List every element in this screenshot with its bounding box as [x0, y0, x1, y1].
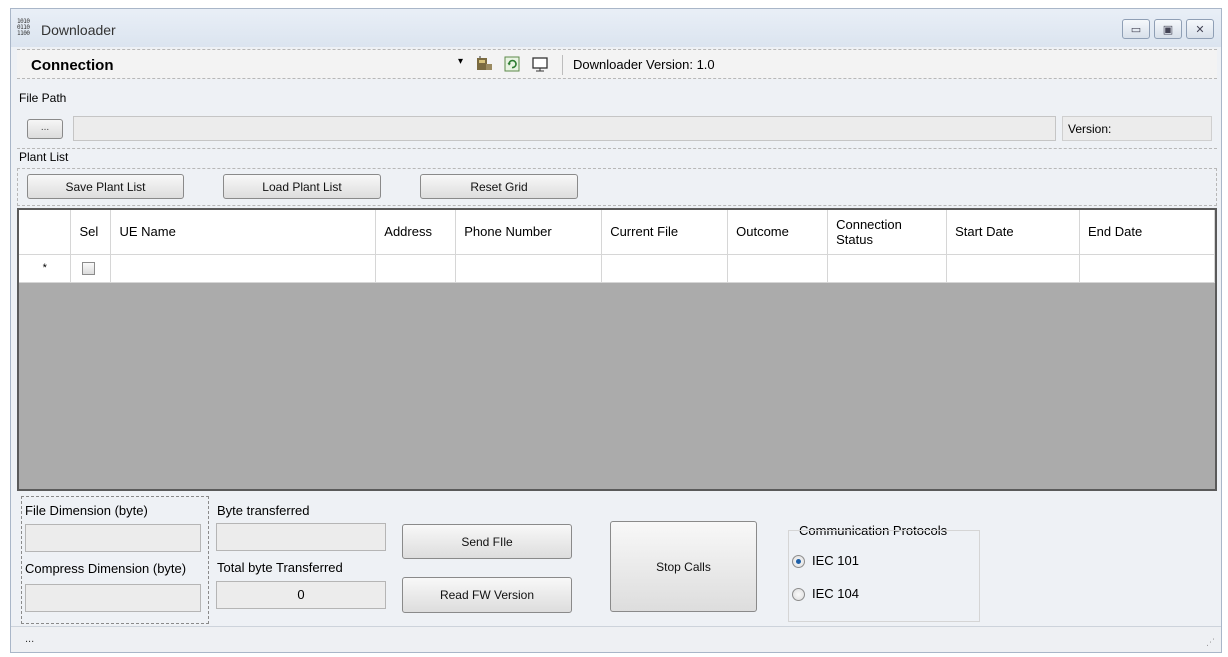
- table-row: *: [19, 254, 1216, 283]
- compress-dimension-label: Compress Dimension (byte): [25, 561, 187, 576]
- file-dimension-field: [25, 524, 201, 552]
- send-file-button[interactable]: Send FIle: [402, 524, 572, 559]
- plant-list-label: Plant List: [19, 150, 69, 164]
- connection-label: Connection: [31, 57, 114, 74]
- phone-number-cell[interactable]: [455, 254, 603, 283]
- byte-transferred-label: Byte transferred: [217, 503, 310, 518]
- connection-status-cell[interactable]: [827, 254, 948, 283]
- browse-button[interactable]: ...: [27, 119, 63, 139]
- iec-104-label[interactable]: IEC 104: [812, 586, 859, 601]
- plant-table: Sel UE Name Address Phone Number Current…: [19, 210, 1216, 283]
- column-address[interactable]: Address: [375, 210, 457, 255]
- column-connection-status[interactable]: Connection Status: [827, 210, 948, 255]
- dimension-group: File Dimension (byte) Compress Dimension…: [21, 496, 209, 624]
- column-sel[interactable]: Sel: [70, 210, 112, 255]
- load-plant-list-button[interactable]: Load Plant List: [223, 174, 381, 199]
- sel-checkbox[interactable]: [82, 261, 96, 275]
- downloader-version-label: Downloader Version: 1.0: [573, 57, 715, 72]
- column-ue-name[interactable]: UE Name: [110, 210, 377, 255]
- maximize-icon: ▣: [1162, 23, 1174, 36]
- current-file-cell[interactable]: [601, 254, 729, 283]
- compress-dimension-field: [25, 584, 201, 612]
- version-field: Version:: [1062, 116, 1212, 141]
- sel-cell[interactable]: [70, 254, 112, 283]
- status-bar: ... ⋰: [11, 626, 1221, 652]
- plant-grid: Sel UE Name Address Phone Number Current…: [17, 208, 1217, 491]
- total-transferred-label: Total byte Transferred: [217, 560, 343, 575]
- start-date-cell[interactable]: [946, 254, 1080, 283]
- downloader-window: 1010 0110 1100 Downloader ▭ ▣ ✕ Connection…: [10, 8, 1222, 653]
- iec-101-radio[interactable]: [792, 555, 805, 568]
- new-row-marker[interactable]: *: [19, 254, 72, 283]
- total-transferred-field: 0: [216, 581, 386, 609]
- app-binary-icon: 1010 0110 1100: [17, 18, 30, 37]
- outcome-cell[interactable]: [727, 254, 829, 283]
- communication-protocols-group: [788, 530, 980, 622]
- iec-104-radio[interactable]: [792, 588, 805, 601]
- title-bar: 1010 0110 1100 Downloader ▭ ▣ ✕: [11, 9, 1221, 47]
- read-fw-version-button[interactable]: Read FW Version: [402, 577, 572, 613]
- file-path-input[interactable]: [73, 116, 1056, 141]
- end-date-cell[interactable]: [1079, 254, 1216, 283]
- column-phone-number[interactable]: Phone Number: [455, 210, 603, 255]
- save-plant-list-button[interactable]: Save Plant List: [27, 174, 184, 199]
- row-header-column: [19, 210, 72, 255]
- minimize-button[interactable]: ▭: [1122, 19, 1150, 39]
- maximize-button[interactable]: ▣: [1154, 19, 1182, 39]
- iec-101-label[interactable]: IEC 101: [812, 553, 859, 568]
- monitor-icon[interactable]: [531, 55, 549, 73]
- toolbar-separator: [562, 55, 563, 75]
- connection-toolbar: Connection ▾ Downloader Version: 1.0: [17, 49, 1217, 79]
- column-outcome[interactable]: Outcome: [727, 210, 829, 255]
- byte-transferred-field: [216, 523, 386, 551]
- resize-grip-icon[interactable]: ⋰: [1206, 637, 1215, 648]
- file-dimension-label: File Dimension (byte): [25, 503, 148, 518]
- column-start-date[interactable]: Start Date: [946, 210, 1080, 255]
- reset-grid-button[interactable]: Reset Grid: [420, 174, 578, 199]
- stop-calls-button[interactable]: Stop Calls: [610, 521, 757, 612]
- close-icon: ✕: [1195, 23, 1205, 36]
- status-text: ...: [25, 633, 35, 645]
- close-button[interactable]: ✕: [1186, 19, 1214, 39]
- window-title: Downloader: [41, 22, 116, 38]
- ue-name-cell[interactable]: [110, 254, 377, 283]
- file-path-label: File Path: [19, 91, 67, 105]
- plant-list-toolbar: Save Plant List Load Plant List Reset Gr…: [17, 168, 1217, 206]
- grid-header-row: Sel UE Name Address Phone Number Current…: [19, 210, 1216, 255]
- refresh-icon[interactable]: [503, 55, 521, 73]
- connection-dropdown-icon[interactable]: ▾: [458, 56, 463, 67]
- column-current-file[interactable]: Current File: [601, 210, 729, 255]
- minimize-icon: ▭: [1130, 23, 1142, 36]
- file-path-group: File Path ... Version:: [17, 85, 1217, 149]
- modem-icon[interactable]: [475, 55, 493, 73]
- transfer-panel: File Dimension (byte) Compress Dimension…: [17, 495, 1217, 628]
- address-cell[interactable]: [375, 254, 457, 283]
- column-end-date[interactable]: End Date: [1079, 210, 1216, 255]
